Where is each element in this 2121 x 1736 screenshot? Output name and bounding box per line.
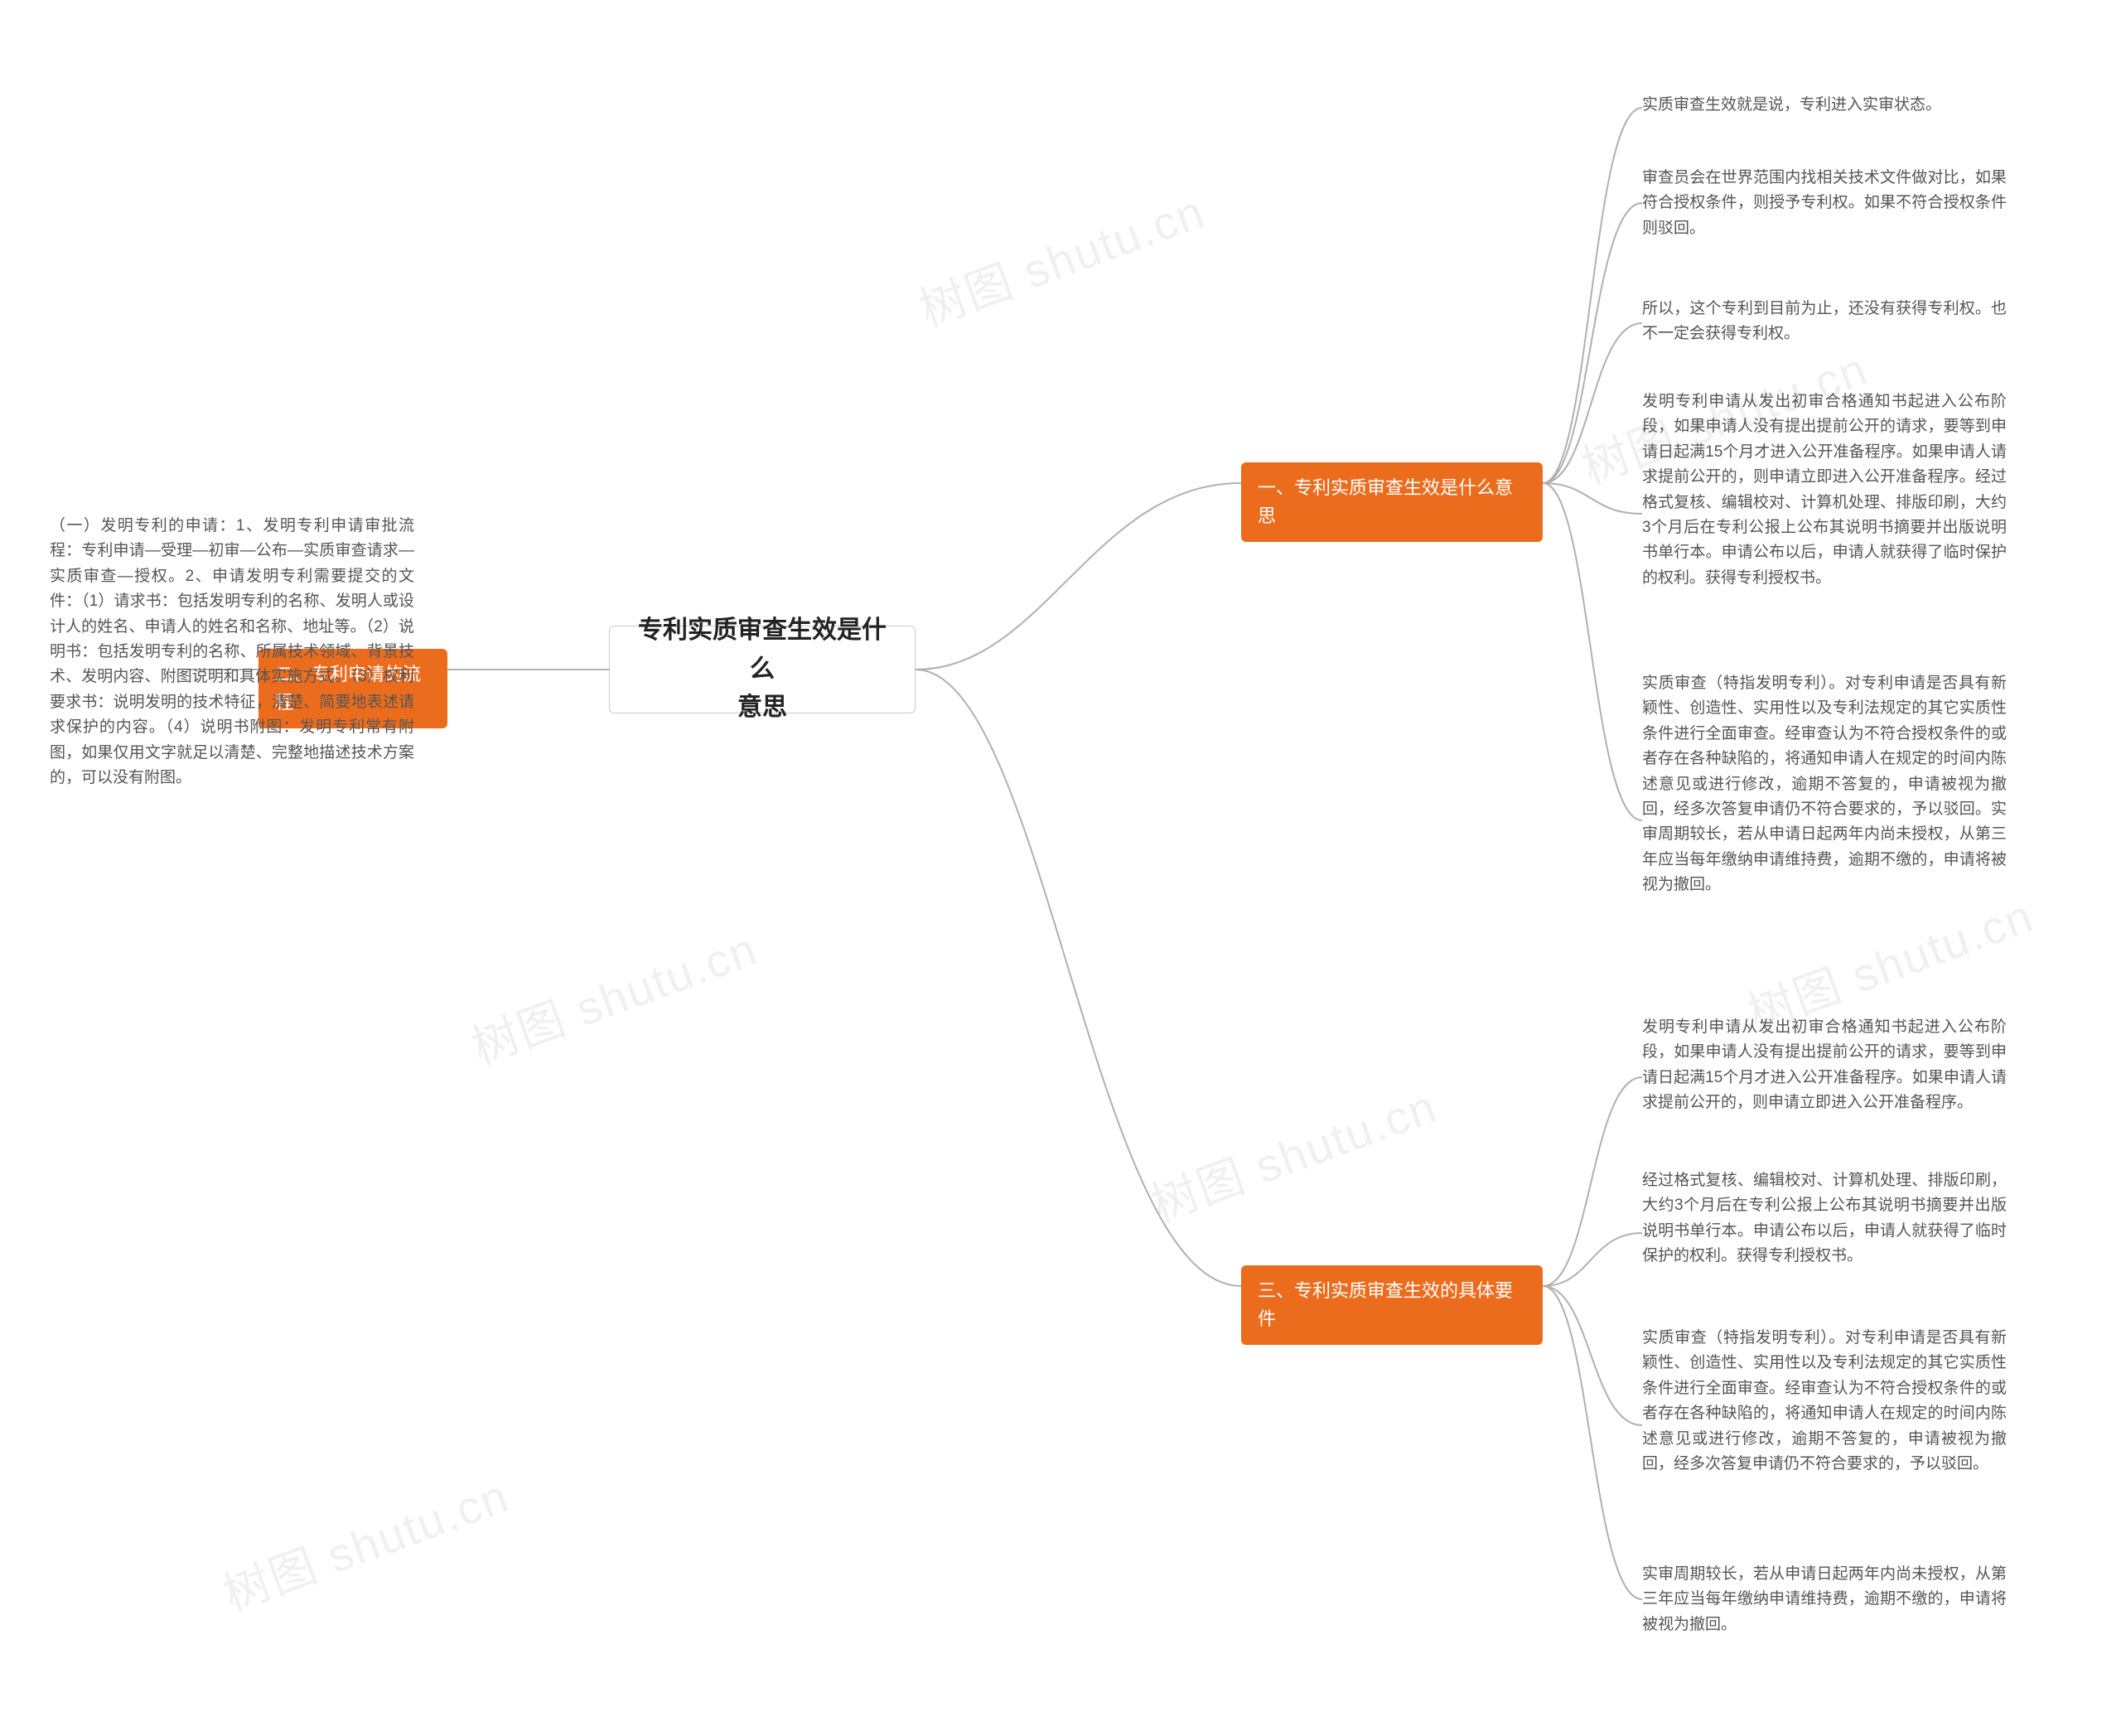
root-node[interactable]: 专利实质审查生效是什么 意思 xyxy=(609,626,916,713)
watermark: 树图 shutu.cn xyxy=(213,1459,517,1625)
branch-node-section-1[interactable]: 一、专利实质审查生效是什么意思 xyxy=(1241,462,1543,542)
leaf-s3-2: 经过格式复核、编辑校对、计算机处理、排版印刷，大约3个月后在专利公报上公布其说明… xyxy=(1642,1168,2007,1269)
root-title-line1: 专利实质审查生效是什么 xyxy=(638,617,887,683)
watermark: 树图 shutu.cn xyxy=(1141,1070,1445,1236)
leaf-s1-1: 实质审查生效就是说，专利进入实审状态。 xyxy=(1642,93,2007,118)
watermark: 树图 shutu.cn xyxy=(461,912,766,1078)
leaf-s3-3: 实质审查（特指发明专利）。对专利申请是否具有新颖性、创造性、实用性以及专利法规定… xyxy=(1642,1326,2007,1477)
root-title-line2: 意思 xyxy=(737,694,787,721)
leaf-s1-2: 审查员会在世界范围内找相关技术文件做对比，如果符合授权条件，则授予专利权。如果不… xyxy=(1642,166,2007,241)
leaf-s3-1: 发明专利申请从发出初审合格通知书起进入公布阶段，如果申请人没有提出提前公开的请求… xyxy=(1642,1015,2007,1116)
leaf-s3-4: 实审周期较长，若从申请日起两年内尚未授权，从第三年应当每年缴纳申请维持费，逾期不… xyxy=(1642,1562,2007,1637)
leaf-s1-3: 所以，这个专利到目前为止，还没有获得专利权。也不一定会获得专利权。 xyxy=(1642,297,2007,347)
watermark: 树图 shutu.cn xyxy=(909,175,1213,341)
leaf-s1-5: 实质审查（特指发明专利）。对专利申请是否具有新颖性、创造性、实用性以及专利法规定… xyxy=(1642,671,2007,898)
leaf-s1-4: 发明专利申请从发出初审合格通知书起进入公布阶段，如果申请人没有提出提前公开的请求… xyxy=(1642,389,2007,591)
branch-node-section-3[interactable]: 三、专利实质审查生效的具体要件 xyxy=(1241,1265,1543,1345)
leaf-s2-1: （一）发明专利的申请：1、发明专利申请审批流程：专利申请—受理—初审—公布—实质… xyxy=(50,514,414,791)
